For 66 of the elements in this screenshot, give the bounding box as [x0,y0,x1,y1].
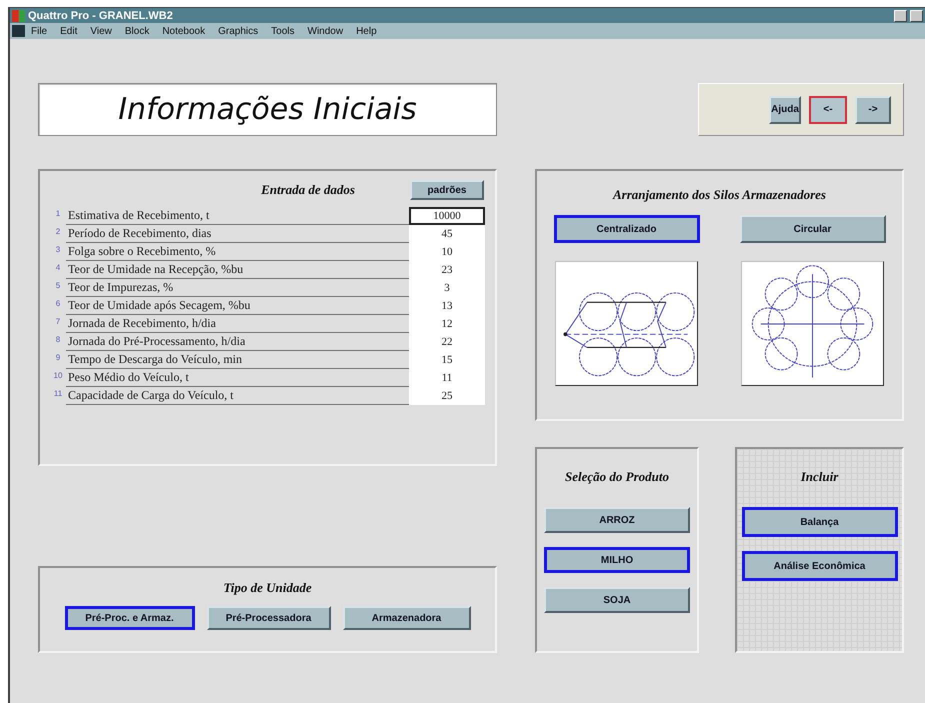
row-number: 2 [54,226,62,238]
minimize-button[interactable] [894,10,907,22]
field-label: Teor de Impurezas, % [66,279,409,297]
field-label: Peso Médio do Veículo, t [66,369,409,387]
input-cell[interactable]: 3 [409,279,485,297]
input-cell[interactable]: 22 [409,333,485,351]
row-number: 3 [54,244,62,256]
input-cell[interactable]: 10 [409,243,485,261]
input-cell[interactable]: 11 [409,369,485,387]
option-button[interactable]: ARROZ [544,507,690,533]
option-button[interactable]: Centralizado [554,215,700,243]
row-number: 7 [54,316,62,328]
menu-item[interactable]: Help [356,26,377,36]
menu-item[interactable]: Block [124,26,150,36]
row-number: 10 [52,370,64,382]
option-button[interactable]: MILHO [544,547,690,573]
nav-button[interactable]: <- [809,96,847,124]
row-number: 4 [54,262,62,274]
option-button[interactable]: Análise Econômica [742,551,898,581]
field-label: Período de Recebimento, dias [66,225,409,243]
page-title: Informações Iniciais [118,92,417,127]
app-icon [12,10,25,22]
panel-title: Tipo de Unidade [223,580,312,596]
input-cell[interactable]: 23 [409,261,485,279]
field-label: Capacidade de Carga do Veículo, t [66,387,409,405]
maximize-button[interactable] [910,10,923,22]
menu-item[interactable]: Graphics [218,26,258,36]
row-number: 8 [54,334,62,346]
nav-button[interactable]: Ajuda [769,96,801,124]
menu-item[interactable]: View [90,26,112,36]
option-button[interactable]: Circular [740,215,886,243]
window-title: Quattro Pro - GRANEL.WB2 [28,10,173,22]
row-number: 1 [54,208,62,220]
menu-item[interactable]: Window [308,26,344,36]
menu-item[interactable]: Tools [271,26,294,36]
row-number: 11 [52,388,64,400]
input-cell[interactable]: 45 [409,225,485,243]
menu-item[interactable]: Edit [60,26,78,36]
option-button[interactable]: Pré-Proc. e Armaz. [64,606,194,630]
defaults-button[interactable]: padrões [410,180,484,200]
nav-button[interactable]: -> [855,96,891,124]
input-cell[interactable]: 13 [409,297,485,315]
panel-title: Arranjamento dos Silos Armazenadores [613,187,826,203]
field-label: Estimativa de Recebimento, t [66,207,409,225]
input-cell[interactable]: 12 [409,315,485,333]
input-cell[interactable]: 25 [409,387,485,405]
menu-item[interactable]: File [31,26,48,36]
field-label: Tempo de Descarga do Veículo, min [66,351,409,369]
panel-title: Incluir [800,469,838,485]
row-number: 5 [54,280,62,292]
menu-item[interactable]: Notebook [162,26,206,36]
panel-title: Seleção do Produto [565,469,669,485]
row-number: 9 [54,352,62,364]
field-label: Folga sobre o Recebimento, % [66,243,409,261]
panel-title: Entrada de dados [261,182,355,198]
field-label: Teor de Umidade na Recepção, %bu [66,261,409,279]
option-button[interactable]: Armazenadora [342,606,470,630]
field-label: Jornada de Recebimento, h/dia [66,315,409,333]
field-label: Jornada do Pré-Processamento, h/dia [66,333,409,351]
row-number: 6 [54,298,62,310]
option-button[interactable]: SOJA [544,587,690,613]
option-button[interactable]: Balança [742,507,898,537]
input-cell[interactable]: 10000 [409,207,485,225]
field-label: Teor de Umidade após Secagem, %bu [66,297,409,315]
option-button[interactable]: Pré-Processadora [206,606,330,630]
input-cell[interactable]: 15 [409,351,485,369]
